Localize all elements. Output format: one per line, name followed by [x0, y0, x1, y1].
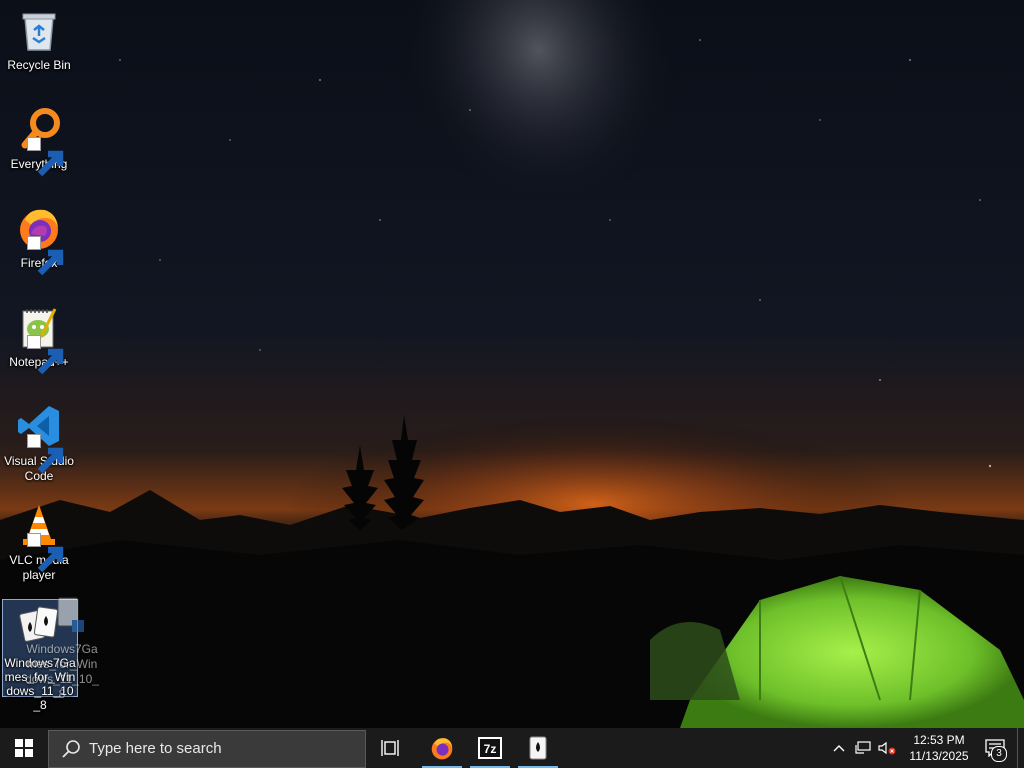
chevron-up-icon [833, 745, 845, 752]
desktop[interactable]: Recycle Bin Everything Firefox Notepad++… [0, 0, 1024, 728]
system-tray: 12:53 PM 11/13/2025 3 [827, 728, 1024, 768]
desktop-icon-everything[interactable]: Everything [2, 101, 76, 177]
taskbar-firefox-button[interactable] [418, 728, 466, 768]
task-view-icon [381, 740, 399, 756]
desktop-icon-firefox[interactable]: Firefox [2, 200, 76, 276]
shortcut-arrow-icon [27, 434, 64, 474]
taskbar-7zip-button[interactable]: 7z [466, 728, 514, 768]
desktop-icon-vlc[interactable]: VLC media player [2, 497, 76, 583]
taskbar: Type here to search 7z 12:53 PM 11/13/20… [0, 728, 1024, 768]
search-icon [62, 739, 80, 758]
shortcut-arrow-icon [27, 533, 64, 573]
clock[interactable]: 12:53 PM 11/13/2025 [903, 732, 975, 764]
svg-text:7z: 7z [484, 742, 497, 756]
clock-time: 12:53 PM [913, 733, 965, 747]
drag-ghost-label: Windows7Games_for_Windows_11_10_8 [25, 642, 99, 701]
vscode-icon [15, 402, 64, 474]
shortcut-arrow-icon [27, 236, 64, 276]
desktop-icon-notepadpp[interactable]: Notepad++ [2, 299, 76, 375]
firefox-icon [431, 738, 453, 760]
desktop-icon-recycle-bin[interactable]: Recycle Bin [2, 2, 76, 73]
vlc-icon [15, 501, 64, 573]
clock-date: 11/13/2025 [909, 749, 969, 763]
firefox-icon [15, 204, 64, 276]
volume-button[interactable] [875, 728, 899, 768]
show-hidden-icons-button[interactable] [827, 728, 851, 768]
windows-logo-icon [15, 739, 33, 757]
7zip-icon: 7z [478, 737, 502, 759]
solitaire-cards-icon [57, 597, 84, 632]
action-center-button[interactable]: 3 [975, 728, 1015, 768]
shortcut-arrow-icon [27, 335, 64, 375]
network-button[interactable] [851, 728, 875, 768]
network-icon [855, 741, 871, 754]
volume-muted-icon [878, 741, 896, 755]
notepadpp-icon [15, 303, 64, 375]
everything-search-icon [15, 105, 64, 177]
search-placeholder: Type here to search [89, 740, 222, 757]
shortcut-arrow-icon [27, 137, 64, 177]
desktop-icon-vscode[interactable]: Visual Studio Code [2, 398, 76, 484]
desktop-icon-label: Recycle Bin [7, 58, 71, 72]
wallpaper-night-sky [0, 0, 1024, 728]
taskbar-search-box[interactable]: Type here to search [48, 729, 366, 768]
show-desktop-button[interactable] [1017, 728, 1024, 768]
notification-count-badge: 3 [991, 746, 1007, 762]
taskbar-windows7games-button[interactable] [514, 728, 562, 768]
start-button[interactable] [0, 728, 48, 768]
solitaire-cards-icon [529, 736, 547, 760]
task-view-button[interactable] [366, 728, 414, 768]
recycle-bin-icon [15, 6, 63, 54]
drag-ghost-windows7games: Windows7Games_for_Windows_11_10_8 [24, 594, 100, 702]
